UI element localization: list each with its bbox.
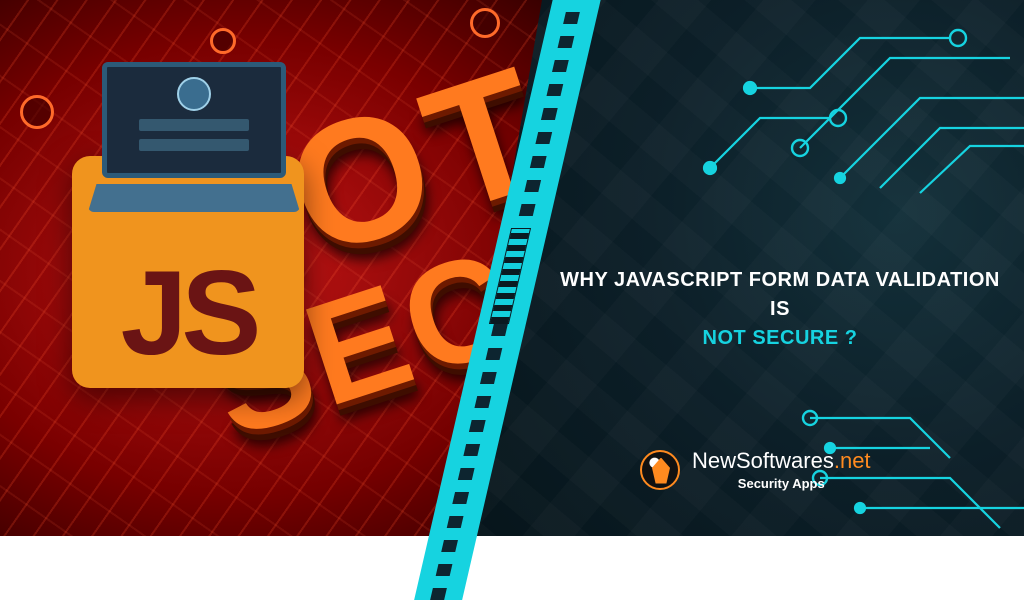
brand-logo-icon	[640, 450, 680, 490]
laptop-screen	[102, 62, 286, 178]
banner-root: NOT SECURE JS	[0, 0, 1024, 536]
headline-line1: WHY JAVASCRIPT FORM DATA VALIDATION IS	[560, 266, 1000, 324]
brand-name-main: NewSoftwares	[692, 448, 834, 473]
login-field	[139, 119, 249, 131]
brand-block: NewSoftwares.net Security Apps	[640, 448, 871, 491]
headline: WHY JAVASCRIPT FORM DATA VALIDATION IS N…	[560, 266, 1000, 353]
avatar-icon	[177, 77, 211, 111]
solder-pad	[20, 95, 54, 129]
brand-name: NewSoftwares.net	[692, 448, 871, 474]
js-label: JS	[121, 244, 256, 388]
laptop-base	[88, 184, 300, 212]
laptop-icon	[88, 62, 300, 212]
brand-text: NewSoftwares.net Security Apps	[692, 448, 871, 491]
brand-tagline: Security Apps	[692, 476, 871, 491]
login-field	[139, 139, 249, 151]
circuit-trace-top	[690, 18, 1024, 198]
brand-name-suffix: .net	[834, 448, 871, 473]
headline-emphasis: NOT SECURE ?	[560, 324, 1000, 353]
solder-pad	[210, 28, 236, 54]
